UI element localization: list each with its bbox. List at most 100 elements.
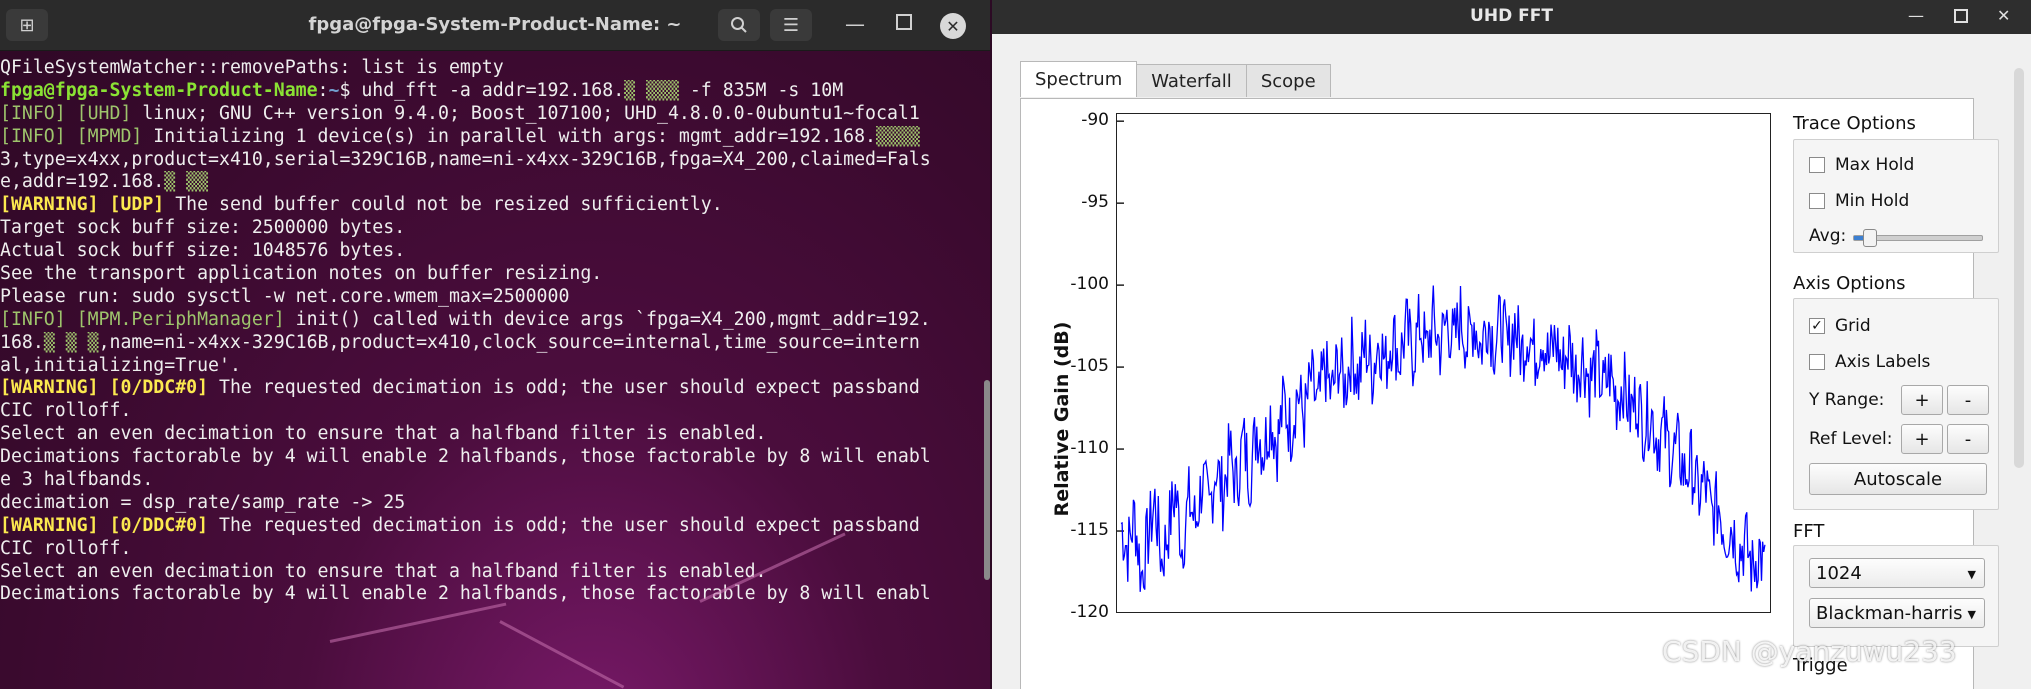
y-tick-label: -100 xyxy=(1070,274,1109,295)
checkbox-icon xyxy=(1809,157,1825,173)
terminal-line: 168.▒ ▒ ▒,name=ni-x4xx-329C16B,product=x… xyxy=(0,332,975,355)
min-hold-checkbox[interactable]: Min Hold xyxy=(1809,191,1909,211)
window-type-select[interactable]: Blackman-harris ▼ xyxy=(1809,598,1985,628)
terminal-line: Decimations factorable by 4 will enable … xyxy=(0,583,975,606)
y-tick-label: -90 xyxy=(1081,110,1109,131)
terminal-output[interactable]: QFileSystemWatcher::removePaths: list is… xyxy=(0,57,975,606)
terminal-text: [INFO] [MPM.PeriphManager] xyxy=(0,308,285,330)
hamburger-menu-icon[interactable]: ☰ xyxy=(770,9,812,41)
terminal-text: [INFO] [MPMD] xyxy=(0,125,143,147)
checkmark-icon: ✓ xyxy=(1809,318,1825,334)
terminal-text: [INFO] [UHD] xyxy=(0,102,132,124)
scrollbar-thumb[interactable] xyxy=(2014,68,2024,468)
y-tick-label: -120 xyxy=(1070,602,1109,622)
terminal-text: ▒ ▒▒ xyxy=(164,171,209,193)
terminal-line: [INFO] [MPMD] Initializing 1 device(s) i… xyxy=(0,126,975,149)
terminal-line: decimation = dsp_rate/samp_rate -> 25 xyxy=(0,492,975,515)
fft-size-select[interactable]: 1024 ▼ xyxy=(1809,558,1985,588)
terminal-line: [WARNING] [UDP] The send buffer could no… xyxy=(0,194,975,217)
trace-options-title: Trace Options xyxy=(1793,113,1916,134)
maximize-icon[interactable] xyxy=(896,14,912,30)
fft-size-value: 1024 xyxy=(1816,562,1862,584)
axis-options-title: Axis Options xyxy=(1793,273,1906,294)
terminal-text: The send buffer could not be resized suf… xyxy=(164,194,723,216)
ref-level-label: Ref Level: xyxy=(1809,429,1893,449)
terminal-text: See the transport application notes on b… xyxy=(0,263,603,285)
axis-labels-label: Axis Labels xyxy=(1835,352,1931,372)
terminal-text: QFileSystemWatcher::removePaths: list is… xyxy=(0,57,504,78)
terminal-text: ▒▒▒▒ xyxy=(876,125,920,147)
terminal-text: [WARNING] [UDP] xyxy=(0,194,165,216)
terminal-line: Please run: sudo sysctl -w net.core.wmem… xyxy=(0,286,975,309)
terminal-titlebar: ⊞ fpga@fpga-System-Product-Name: ~ ☰ — ✕ xyxy=(0,0,990,51)
y-range-minus-button[interactable]: - xyxy=(1947,385,1989,415)
terminal-text: linux; GNU C++ version 9.4.0; Boost_1071… xyxy=(131,102,920,124)
terminal-text: Decimations factorable by 4 will enable … xyxy=(0,446,931,468)
spectrum-plot[interactable] xyxy=(1116,113,1771,613)
grid-checkbox[interactable]: ✓ Grid xyxy=(1809,316,1871,336)
max-hold-checkbox[interactable]: Max Hold xyxy=(1809,155,1914,175)
terminal-text: Initializing 1 device(s) in parallel wit… xyxy=(142,125,876,147)
terminal-line: [INFO] [MPM.PeriphManager] init() called… xyxy=(0,309,975,332)
terminal-text: init() called with device args `fpga=X4_… xyxy=(284,308,931,330)
checkbox-icon xyxy=(1809,354,1825,370)
avg-slider-handle[interactable] xyxy=(1862,229,1877,247)
terminal-text: [WARNING] [0/DDC#0] xyxy=(0,377,209,399)
y-tick-label: -95 xyxy=(1081,192,1109,213)
minimize-icon[interactable]: — xyxy=(845,12,865,36)
terminal-text: CIC rolloff. xyxy=(0,537,132,559)
ref-level-minus-button[interactable]: - xyxy=(1947,424,1989,454)
y-tick-label: -110 xyxy=(1070,438,1109,459)
terminal-window: ⊞ fpga@fpga-System-Product-Name: ~ ☰ — ✕… xyxy=(0,0,990,689)
terminal-text: e,addr=192.168. xyxy=(0,171,165,193)
minimize-icon[interactable]: — xyxy=(1908,6,1924,25)
close-icon[interactable]: ✕ xyxy=(1997,6,2010,25)
terminal-text: ▒ ▒▒▒ xyxy=(624,79,679,101)
y-tick-label: -115 xyxy=(1070,520,1109,541)
terminal-text: $ uhd_fft -a addr=192.168. xyxy=(339,79,625,101)
terminal-title: fpga@fpga-System-Product-Name: ~ xyxy=(308,14,682,35)
max-hold-label: Max Hold xyxy=(1835,155,1915,175)
close-icon[interactable]: ✕ xyxy=(940,13,966,39)
terminal-text: ▒ ▒ ▒ xyxy=(43,331,99,353)
tab-waterfall[interactable]: Waterfall xyxy=(1136,64,1247,97)
autoscale-button[interactable]: Autoscale xyxy=(1809,463,1987,495)
watermark-text: CSDN @yanzuwu233 xyxy=(1662,635,1957,668)
terminal-line: e 3 halfbands. xyxy=(0,469,975,492)
terminal-line: CIC rolloff. xyxy=(0,400,975,423)
terminal-text: 3,type=x4xx,product=x410,serial=329C16B,… xyxy=(0,148,931,170)
terminal-text: -f 835M -s 10M xyxy=(678,79,844,101)
tab-spectrum[interactable]: Spectrum xyxy=(1020,61,1138,97)
uhd-fft-window: UHD FFT — ✕ Spectrum Waterfall Scope Rel… xyxy=(992,0,2031,689)
min-hold-label: Min Hold xyxy=(1835,191,1910,211)
terminal-text: : xyxy=(317,79,329,101)
y-range-label: Y Range: xyxy=(1809,390,1885,410)
wallpaper-decoration xyxy=(329,602,507,643)
options-sidebar: Trace Options Max Hold Min Hold Avg: Axi… xyxy=(1791,99,1999,689)
terminal-line: [INFO] [UHD] linux; GNU C++ version 9.4.… xyxy=(0,103,975,126)
grid-label: Grid xyxy=(1835,316,1871,336)
axis-labels-checkbox[interactable]: Axis Labels xyxy=(1809,352,1930,372)
window-scrollbar[interactable] xyxy=(2012,50,2026,610)
avg-label: Avg: xyxy=(1809,226,1847,246)
search-icon[interactable] xyxy=(718,9,760,41)
fft-window-title: UHD FFT xyxy=(1470,6,1553,26)
terminal-line: [WARNING] [0/DDC#0] The requested decima… xyxy=(0,377,975,400)
terminal-text: Please run: sudo sysctl -w net.core.wmem… xyxy=(0,285,570,307)
terminal-text: Decimations factorable by 4 will enable … xyxy=(0,583,931,605)
terminal-line: al,initializing=True'. xyxy=(0,355,975,378)
terminal-text: ~ xyxy=(328,79,340,101)
maximize-icon[interactable] xyxy=(1954,9,1968,23)
terminal-text: [WARNING] [0/DDC#0] xyxy=(0,514,209,536)
terminal-scrollbar[interactable] xyxy=(984,380,990,580)
avg-slider[interactable] xyxy=(1853,229,1983,247)
terminal-text: 168. xyxy=(0,331,44,353)
terminal-line: Select an even decimation to ensure that… xyxy=(0,561,975,584)
tab-scope[interactable]: Scope xyxy=(1245,64,1331,97)
y-range-plus-button[interactable]: + xyxy=(1901,385,1943,415)
terminal-text: al,initializing=True'. xyxy=(0,354,241,376)
terminal-line: [WARNING] [0/DDC#0] The requested decima… xyxy=(0,515,975,538)
ref-level-plus-button[interactable]: + xyxy=(1901,424,1943,454)
terminal-text: e 3 halfbands. xyxy=(0,469,154,491)
fft-titlebar: UHD FFT — ✕ xyxy=(992,0,2031,34)
